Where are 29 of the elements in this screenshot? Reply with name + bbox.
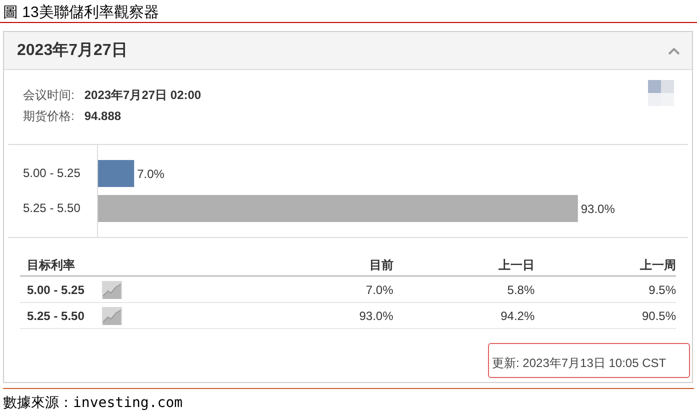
- table-cell: 94.2%: [500, 308, 535, 322]
- table-cell: 93.0%: [359, 308, 394, 322]
- column-header: 目标利率: [27, 258, 75, 272]
- figure-caption: 圖 13美聯儲利率觀察器: [3, 4, 159, 21]
- column-header: 目前: [369, 258, 394, 272]
- column-header: 上一日: [498, 258, 535, 272]
- info-label: 会议时间:: [23, 88, 74, 103]
- table-cell: 90.5%: [642, 308, 676, 322]
- table-cell-text: 5.00 - 5.25: [27, 282, 84, 298]
- axis-label: 5.00 - 5.25: [22, 166, 82, 181]
- trend-chart-icon[interactable]: [102, 280, 122, 298]
- info-label: 期货价格:: [23, 109, 74, 124]
- info-value: 94.888: [84, 109, 122, 124]
- value-label: 93.0%: [580, 202, 615, 216]
- update-timestamp: 更新: 2023年7月13日 10:05 CST: [488, 343, 690, 378]
- info-value: 2023年7月27日 02:00: [84, 88, 202, 103]
- meeting-date-title: 2023年7月27日: [17, 40, 128, 60]
- table-cell: 9.5%: [648, 282, 676, 296]
- source-note: 數據來源：investing.com: [3, 395, 183, 411]
- trend-chart-icon[interactable]: [102, 306, 122, 324]
- blurred-icon: [648, 80, 674, 106]
- value-label: 7.0%: [137, 167, 164, 181]
- widget-header[interactable]: 2023年7月27日: [4, 32, 692, 70]
- axis-label: 5.25 - 5.50: [22, 201, 82, 216]
- table-cell-text: 5.25 - 5.50: [27, 308, 84, 324]
- column-header: 上一周: [640, 258, 676, 272]
- table-cell: 5.8%: [507, 282, 535, 296]
- collapse-icon[interactable]: [668, 46, 680, 54]
- table-cell: 7.0%: [366, 282, 394, 296]
